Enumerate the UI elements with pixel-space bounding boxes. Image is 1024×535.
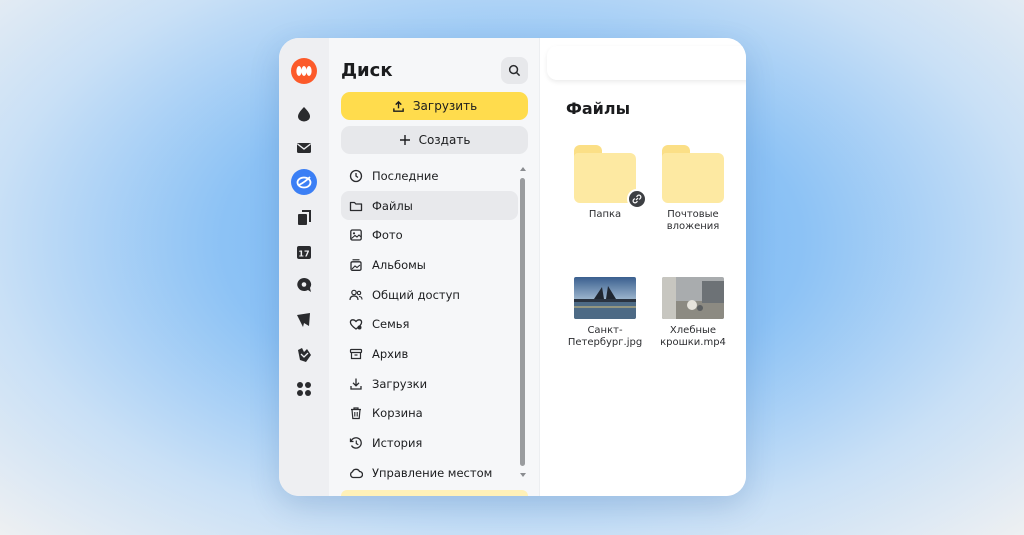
scroll-down-icon[interactable] <box>519 472 527 478</box>
sidebar-item-trash[interactable]: Корзина <box>341 399 518 429</box>
docs-icon[interactable] <box>292 206 316 230</box>
sidebar-item-photo[interactable]: Фото <box>341 220 518 250</box>
photo-icon <box>350 229 362 241</box>
upload-icon <box>393 100 404 112</box>
archive-icon <box>349 348 363 360</box>
folder-icon <box>349 201 363 211</box>
create-button[interactable]: Создать <box>341 126 528 154</box>
messenger-icon[interactable] <box>292 273 316 297</box>
sidebar-item-label: Файлы <box>372 198 413 213</box>
clock-icon <box>349 169 363 182</box>
sidebar-item-label: Управление местом <box>372 465 493 480</box>
cloud-drop-icon[interactable] <box>292 102 316 126</box>
calendar-icon[interactable]: 17 <box>292 240 316 264</box>
sidebar-item-label: Загрузки <box>372 376 428 391</box>
file-tile-spb-image[interactable]: Санкт-Петербург.jpg <box>560 277 650 349</box>
sidebar-item-history[interactable]: История <box>341 428 518 458</box>
image-thumbnail <box>574 277 636 319</box>
disk-icon[interactable] <box>291 169 317 195</box>
file-name: Папка <box>588 209 622 220</box>
sidebar-scrollbar[interactable] <box>519 166 527 478</box>
sidebar-item-archive[interactable]: Архив <box>341 339 518 369</box>
sidebar-item-recent[interactable]: Последние <box>341 161 518 191</box>
create-button-label: Создать <box>418 133 471 147</box>
upload-button[interactable]: Загрузить <box>341 92 528 120</box>
sidebar-item-label: Фото <box>372 228 403 243</box>
apps-grid-icon[interactable] <box>292 377 316 401</box>
cloud-icon <box>350 468 363 478</box>
plus-icon <box>399 135 410 145</box>
file-tile-mail-attachments[interactable]: Почтовые вложения <box>648 145 738 233</box>
top-bar <box>547 46 746 80</box>
folder-icon <box>574 145 647 209</box>
sidebar-nav: Последние Файлы Фото Альбомы Общий досту… <box>341 161 518 488</box>
sidebar-item-label: Семья <box>372 317 410 332</box>
sidebar-item-storage[interactable]: Управление местом <box>341 458 518 488</box>
file-name: Санкт-Петербург.jpg <box>567 325 643 348</box>
page-title: Диск <box>341 60 393 81</box>
telemost-icon[interactable] <box>292 308 316 332</box>
users-icon <box>349 289 363 300</box>
sidebar-item-label: Корзина <box>372 406 423 421</box>
trash-icon <box>351 407 361 420</box>
download-icon <box>350 378 362 390</box>
file-tile-breadcrumbs-video[interactable]: Хлебные крошки.mp4 <box>648 277 738 349</box>
sidebar-item-downloads[interactable]: Загрузки <box>341 369 518 399</box>
forms-icon[interactable] <box>292 343 316 367</box>
link-icon <box>627 189 647 209</box>
sidebar-item-files[interactable]: Файлы <box>341 190 518 221</box>
family-heart-icon <box>349 319 363 331</box>
albums-icon <box>350 259 362 271</box>
sidebar-item-family[interactable]: Семья <box>341 309 518 339</box>
sidebar: Диск Загрузить Создать Последние Файлы Ф… <box>329 38 540 496</box>
file-name: Хлебные крошки.mp4 <box>660 325 726 348</box>
folder-icon <box>662 145 724 203</box>
sidebar-item-albums[interactable]: Альбомы <box>341 250 518 280</box>
video-thumbnail <box>662 277 724 319</box>
sidebar-item-label: Архив <box>372 346 409 361</box>
scroll-up-icon[interactable] <box>519 166 527 172</box>
yandex-logo-icon[interactable] <box>291 58 317 84</box>
file-name: Почтовые вложения <box>666 209 720 232</box>
sidebar-item-label: Последние <box>372 168 439 183</box>
storage-promo-strip <box>341 490 528 496</box>
sidebar-item-shared[interactable]: Общий доступ <box>341 280 518 310</box>
svg-text:17: 17 <box>298 250 309 259</box>
section-title: Файлы <box>566 99 631 118</box>
mail-icon[interactable] <box>292 136 316 160</box>
file-tile-folder[interactable]: Папка <box>560 145 650 221</box>
search-button[interactable] <box>501 57 528 84</box>
upload-button-label: Загрузить <box>412 99 478 113</box>
sidebar-item-label: Общий доступ <box>372 287 460 302</box>
sidebar-item-label: Альбомы <box>372 257 426 272</box>
sidebar-item-label: История <box>372 436 423 451</box>
app-window: 17 Диск Загрузить Создать Последние Файл… <box>279 38 746 496</box>
search-icon <box>508 64 521 77</box>
main-content: Файлы Папка Почтовые вложения Санкт-Пете… <box>541 38 746 496</box>
services-rail: 17 <box>279 38 329 496</box>
history-icon <box>349 437 362 449</box>
scrollbar-thumb[interactable] <box>520 178 525 466</box>
